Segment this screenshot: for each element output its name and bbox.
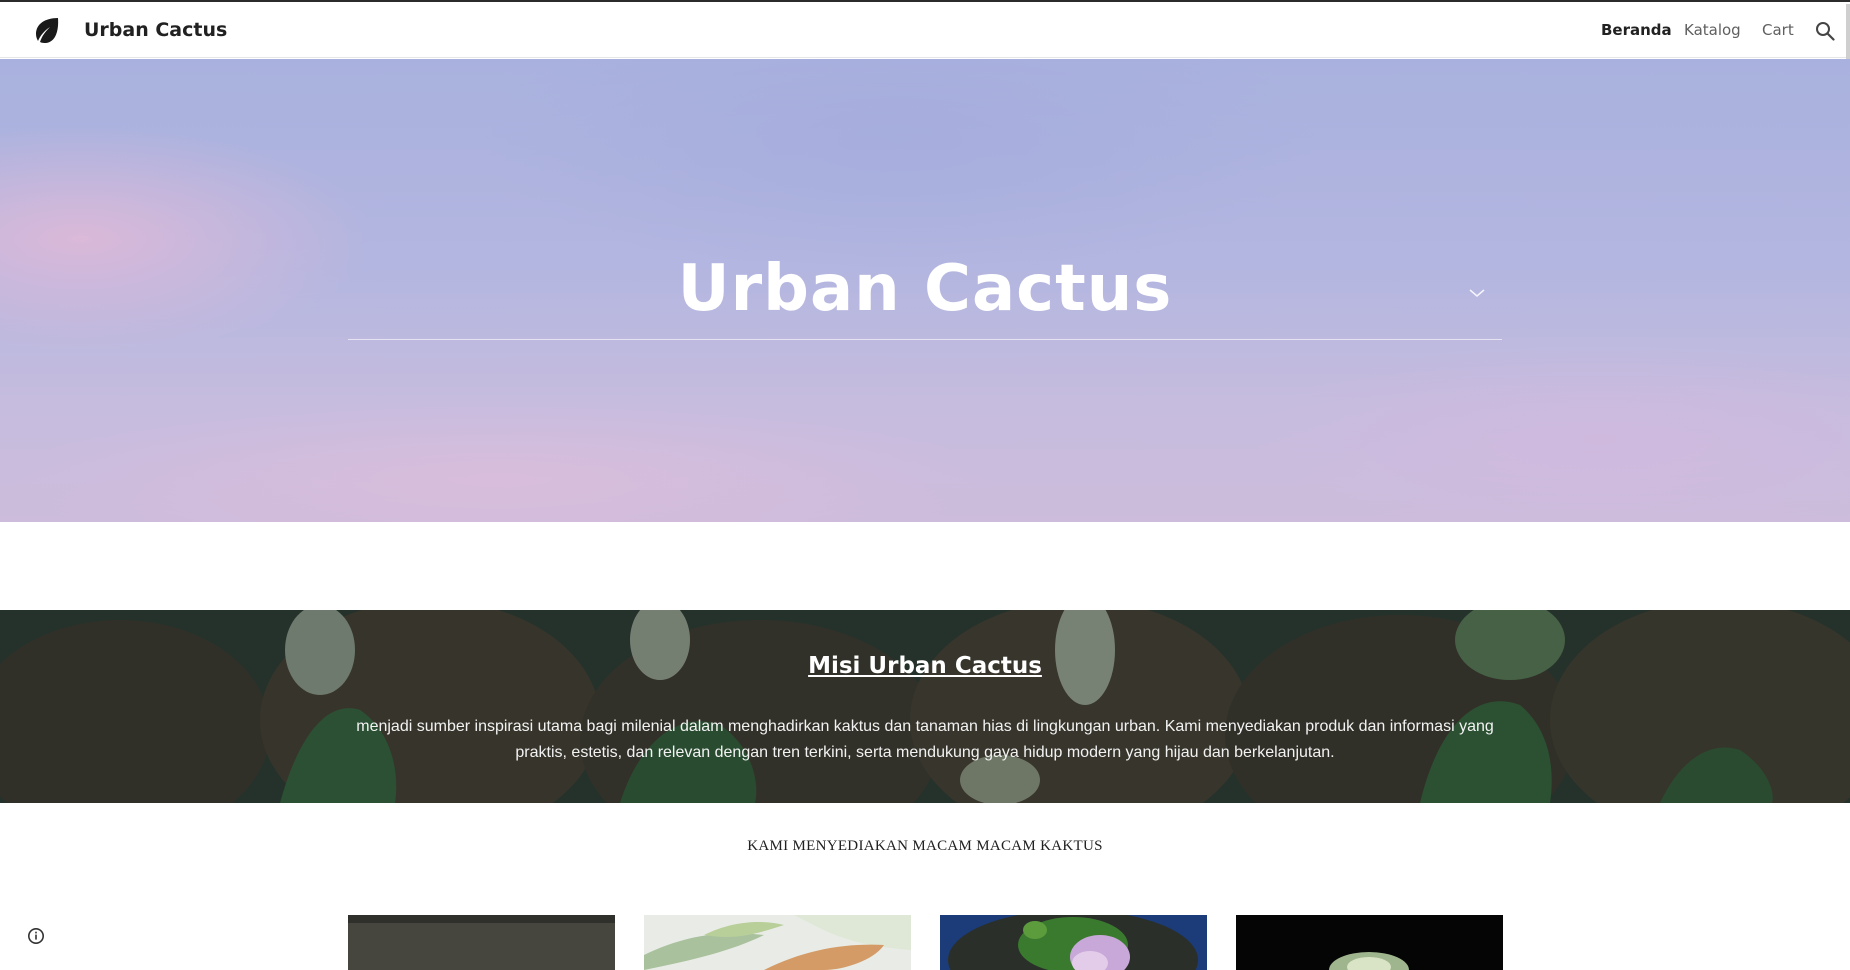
info-icon[interactable]: [27, 927, 45, 945]
product-card[interactable]: [940, 915, 1207, 970]
hero-banner: Urban Cactus: [0, 59, 1850, 522]
mission-title[interactable]: Misi Urban Cactus: [0, 653, 1850, 679]
nav-cart[interactable]: Cart: [1762, 21, 1794, 39]
hero-divider: [348, 339, 1502, 340]
succulent-photo: [644, 915, 911, 970]
search-icon[interactable]: [1815, 21, 1835, 41]
site-title[interactable]: Urban Cactus: [84, 19, 227, 41]
site-header: Urban Cactus Beranda Katalog Cart: [0, 2, 1850, 60]
product-card[interactable]: [348, 915, 615, 970]
mission-text: menjadi sumber inspirasi utama bagi mile…: [356, 718, 1494, 761]
mission-banner: Misi Urban Cactus menjadi sumber inspira…: [0, 610, 1850, 803]
leaf-icon[interactable]: [33, 16, 61, 44]
nav-katalog[interactable]: Katalog: [1684, 21, 1741, 39]
chevron-down-icon[interactable]: [1468, 287, 1486, 299]
nav-beranda[interactable]: Beranda: [1601, 21, 1672, 39]
scrollbar[interactable]: [1846, 4, 1850, 60]
product-card[interactable]: [1236, 915, 1503, 970]
product-card[interactable]: [644, 915, 911, 970]
mission-overlay: [0, 610, 1850, 803]
echeveria-photo: [1236, 915, 1503, 970]
flowering-cactus-photo: [940, 915, 1207, 970]
cactus-photo: [348, 915, 615, 970]
hero-title: Urban Cactus: [677, 252, 1173, 326]
section-heading: KAMI MENYEDIAKAN MACAM MACAM KAKTUS: [747, 838, 1103, 854]
